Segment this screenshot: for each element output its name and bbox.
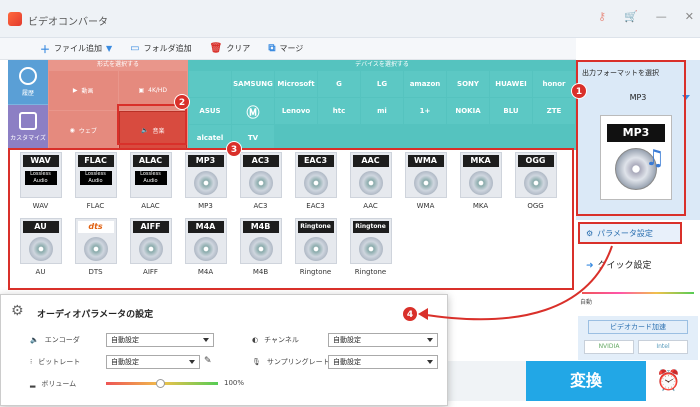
callout-arrow <box>418 245 613 321</box>
